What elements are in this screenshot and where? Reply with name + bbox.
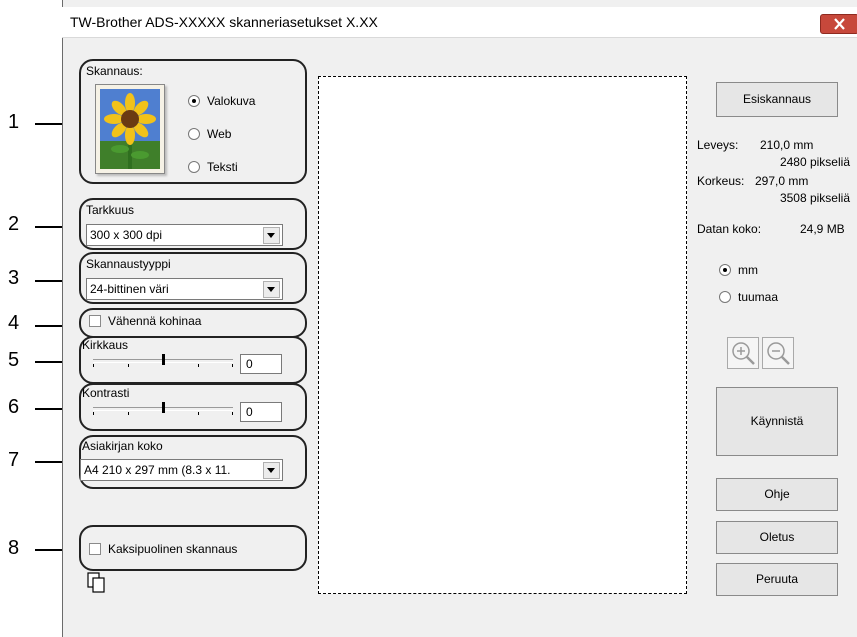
height-mm: 297,0 mm — [755, 174, 809, 188]
chevron-down-icon — [263, 462, 280, 479]
brightness-slider[interactable] — [93, 354, 233, 367]
width-mm: 210,0 mm — [760, 138, 814, 152]
duplex-pages-icon — [87, 572, 105, 593]
close-button[interactable] — [820, 14, 857, 34]
zoom-out-button[interactable] — [762, 337, 794, 369]
resolution-value: 300 x 300 dpi — [90, 228, 163, 242]
zoom-in-icon — [732, 342, 755, 365]
contrast-label: Kontrasti — [82, 386, 130, 400]
document-size-select[interactable]: A4 210 x 297 mm (8.3 x 11. — [80, 459, 283, 481]
callout-6: 6 — [8, 396, 20, 418]
radio-text-label: Teksti — [207, 160, 238, 174]
chevron-down-icon — [263, 281, 280, 298]
radio-unit-mm-label: mm — [738, 263, 758, 277]
close-icon — [834, 18, 845, 30]
default-button[interactable]: Oletus — [716, 521, 838, 554]
help-button[interactable]: Ohje — [716, 478, 838, 511]
photo-thumbnail — [95, 84, 165, 174]
brightness-slider-thumb[interactable] — [162, 354, 165, 365]
callout-4: 4 — [8, 312, 20, 334]
sunflower-icon — [100, 89, 160, 169]
duplex-checkbox[interactable] — [89, 543, 101, 555]
width-pixels: 2480 pikseliä — [779, 155, 850, 169]
callout-2: 2 — [8, 213, 20, 235]
width-label: Leveys: — [697, 138, 739, 152]
start-button[interactable]: Käynnistä — [716, 387, 838, 456]
contrast-slider-thumb[interactable] — [162, 402, 165, 413]
radio-photo-label: Valokuva — [207, 94, 256, 108]
radio-text[interactable] — [188, 161, 200, 173]
zoom-in-button[interactable] — [727, 337, 759, 369]
brightness-input[interactable]: 0 — [240, 354, 282, 374]
chevron-down-icon — [263, 227, 280, 244]
zoom-out-icon — [767, 342, 790, 365]
resolution-select[interactable]: 300 x 300 dpi — [86, 224, 283, 246]
radio-unit-inch-label: tuumaa — [738, 290, 779, 304]
data-size-label: Datan koko: — [697, 222, 762, 236]
cancel-button[interactable]: Peruuta — [716, 563, 838, 596]
scan-type-value: 24-bittinen väri — [90, 282, 169, 296]
radio-photo[interactable] — [188, 95, 200, 107]
radio-unit-inch[interactable] — [719, 291, 731, 303]
contrast-value: 0 — [246, 405, 253, 419]
preview-area[interactable] — [318, 76, 687, 594]
callout-8: 8 — [8, 537, 20, 559]
title-bar: TW-Brother ADS-XXXXX skanneriasetukset X… — [62, 7, 857, 38]
document-size-value: A4 210 x 297 mm (8.3 x 11. — [84, 463, 231, 477]
callout-1: 1 — [8, 111, 20, 133]
contrast-slider[interactable] — [93, 402, 233, 415]
radio-web-label: Web — [207, 127, 232, 141]
callout-7: 7 — [8, 449, 20, 471]
duplex-label: Kaksipuolinen skannaus — [108, 542, 238, 556]
brightness-label: Kirkkaus — [82, 338, 129, 352]
data-size-value: 24,9 MB — [800, 222, 845, 236]
contrast-input[interactable]: 0 — [240, 402, 282, 422]
resolution-label: Tarkkuus — [86, 203, 135, 217]
height-pixels: 3508 pikseliä — [779, 191, 850, 205]
brightness-value: 0 — [246, 357, 253, 371]
scan-type-label: Skannaustyyppi — [86, 257, 171, 271]
height-label: Korkeus: — [697, 174, 745, 188]
window-title: TW-Brother ADS-XXXXX skanneriasetukset X… — [70, 14, 378, 30]
scan-type-select[interactable]: 24-bittinen väri — [86, 278, 283, 300]
prescan-button[interactable]: Esiskannaus — [716, 82, 838, 117]
noise-checkbox[interactable] — [89, 315, 101, 327]
noise-label: Vähennä kohinaa — [108, 314, 202, 328]
scan-mode-label: Skannaus: — [86, 64, 143, 78]
document-size-label: Asiakirjan koko — [82, 439, 163, 453]
callout-3: 3 — [8, 267, 20, 289]
callout-5: 5 — [8, 349, 20, 371]
radio-unit-mm[interactable] — [719, 264, 731, 276]
radio-web[interactable] — [188, 128, 200, 140]
